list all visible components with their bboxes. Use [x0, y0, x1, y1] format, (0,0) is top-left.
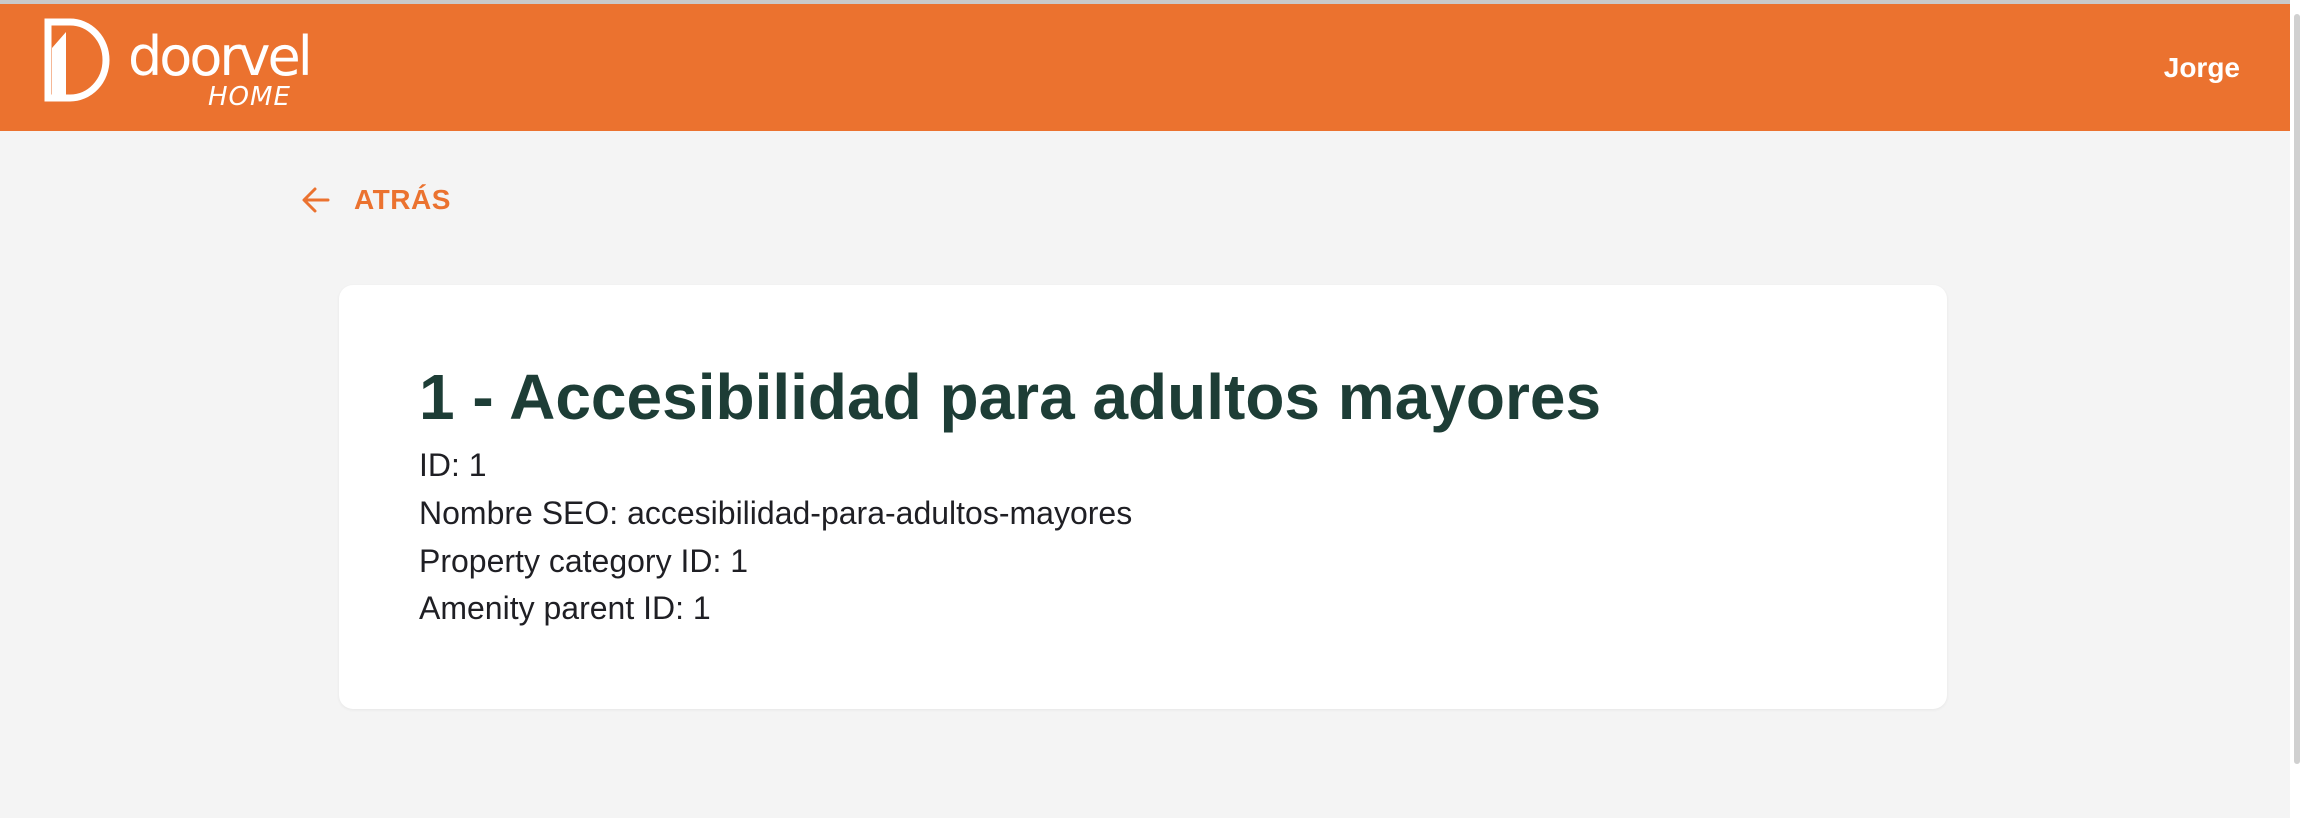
back-label: ATRÁS: [354, 184, 451, 215]
user-menu[interactable]: Jorge: [2164, 52, 2240, 84]
door-logo-icon: [44, 18, 110, 102]
page-title: 1 - Accesibilidad para adultos mayores: [419, 361, 1602, 433]
amenity-detail-card: 1 - Accesibilidad para adultos mayores I…: [339, 285, 1947, 709]
field-seo-name: Nombre SEO: accesibilidad-para-adultos-m…: [419, 495, 1133, 531]
app-header: doorvel HOME Jorge: [0, 4, 2290, 131]
field-amenity-parent-id: Amenity parent ID: 1: [419, 590, 711, 626]
vertical-scrollbar[interactable]: [2290, 0, 2302, 818]
logo-wordmark: doorvel: [128, 25, 313, 88]
field-id: ID: 1: [419, 447, 487, 483]
back-button[interactable]: ATRÁS: [300, 180, 451, 220]
arrow-left-icon: [302, 187, 330, 213]
field-property-category-id: Property category ID: 1: [419, 543, 749, 579]
doorvel-home-logo[interactable]: doorvel HOME: [44, 18, 324, 114]
scrollbar-thumb[interactable]: [2294, 14, 2300, 764]
logo-subtitle: HOME: [208, 82, 291, 112]
